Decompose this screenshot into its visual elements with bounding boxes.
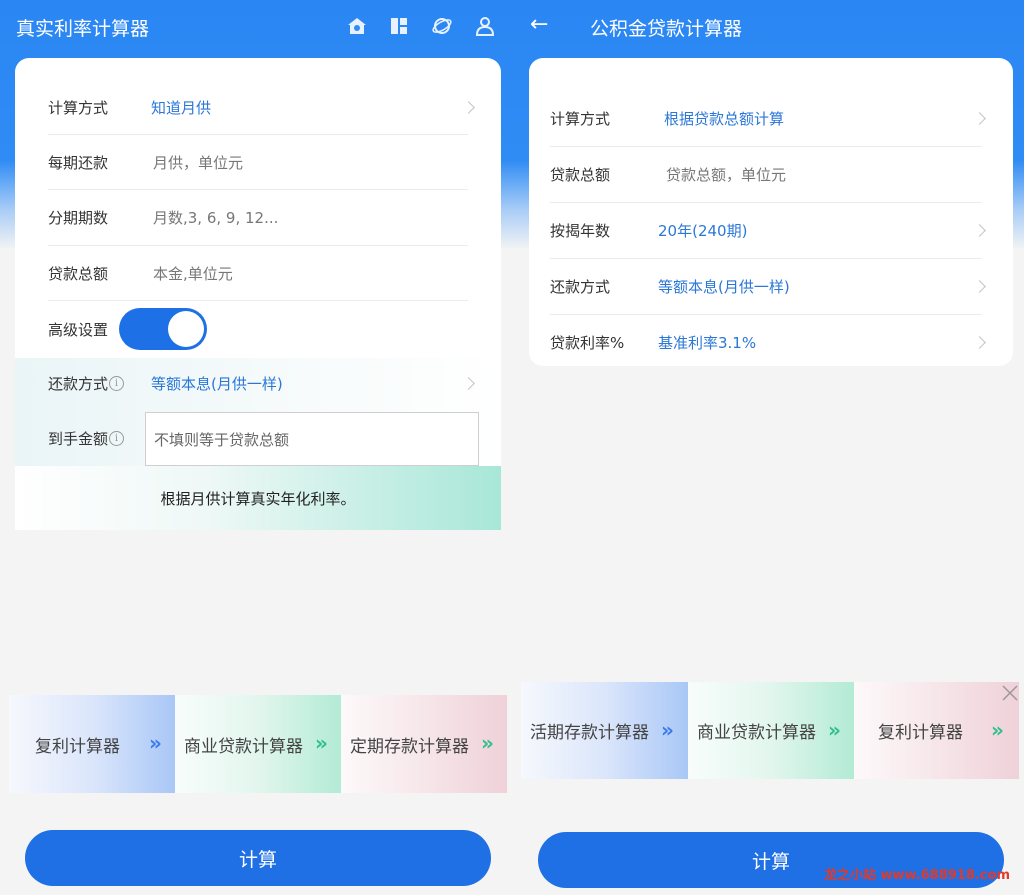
page-title: 公积金贷款计算器 <box>590 18 743 40</box>
tile-label: 复利计算器 <box>878 723 963 743</box>
tile-label: 定期存款计算器 <box>350 736 469 757</box>
commercial-loan-tile[interactable]: 商业贷款计算器 » <box>175 695 341 793</box>
real-rate-calculator-screen: 真实利率计算器 计算方式 知道月供 每期还款 月供，单位元 分期期数 月数,3,… <box>0 0 514 895</box>
chevron-right-icon <box>973 112 986 125</box>
double-chevron-icon: » <box>315 731 328 755</box>
tile-label: 活期存款计算器 <box>530 723 649 743</box>
repay-method-row[interactable]: 还款方式 i 等额本息(月供一样) <box>48 356 478 411</box>
calc-method-label: 计算方式 <box>48 99 109 117</box>
loan-total-input[interactable]: 贷款总额，单位元 <box>666 164 786 185</box>
info-icon[interactable]: i <box>109 376 125 391</box>
double-chevron-icon: » <box>661 718 674 742</box>
calculate-button[interactable]: 计算 <box>25 830 491 886</box>
commercial-loan-tile[interactable]: 商业贷款计算器 » <box>688 682 854 779</box>
demand-deposit-tile[interactable]: 活期存款计算器 » <box>521 682 688 779</box>
repay-method-row[interactable]: 还款方式 等额本息(月供一样) <box>550 259 990 314</box>
installments-label: 分期期数 <box>48 209 109 227</box>
loan-total-field[interactable]: 贷款总额 本金,单位元 <box>48 246 478 301</box>
home-icon[interactable] <box>346 15 368 37</box>
compound-interest-tile[interactable]: 复利计算器 » <box>9 695 175 793</box>
close-icon[interactable] <box>1000 683 1020 703</box>
page-title: 真实利率计算器 <box>16 18 150 40</box>
loan-total-field[interactable]: 贷款总额 贷款总额，单位元 <box>550 147 990 202</box>
tile-label: 复利计算器 <box>35 736 120 757</box>
calculator-shortcuts: 活期存款计算器 » 商业贷款计算器 » 复利计算器 » <box>521 682 1019 779</box>
loan-total-label: 贷款总额 <box>550 166 611 184</box>
advanced-settings-toggle[interactable] <box>119 308 207 350</box>
housing-fund-loan-calculator-screen: ← 公积金贷款计算器 计算方式 根据贷款总额计算 贷款总额 贷款总额，单位元 按… <box>514 0 1024 895</box>
grid-icon[interactable] <box>388 15 410 37</box>
calc-method-label: 计算方式 <box>550 110 611 128</box>
chevron-right-icon <box>462 377 475 390</box>
received-amount-row: 到手金额 i <box>48 411 148 466</box>
info-banner: 根据月供计算真实年化利率。 <box>15 466 501 530</box>
advanced-settings-label: 高级设置 <box>48 321 109 339</box>
watermark: 龙之小站 www.688918.com <box>823 868 1010 883</box>
repay-method-value: 等额本息(月供一样) <box>658 278 790 296</box>
mortgage-years-value: 20年(240期) <box>658 222 748 240</box>
user-icon[interactable] <box>474 15 496 37</box>
fixed-deposit-tile[interactable]: 定期存款计算器 » <box>341 695 507 793</box>
tile-label: 商业贷款计算器 <box>697 723 816 743</box>
monthly-payment-label: 每期还款 <box>48 154 109 172</box>
received-amount-label: 到手金额 <box>48 430 109 448</box>
repay-method-label: 还款方式 <box>48 375 109 393</box>
calc-method-value: 根据贷款总额计算 <box>664 110 785 128</box>
divider <box>48 300 468 301</box>
compound-interest-tile[interactable]: 复利计算器 » <box>854 682 1019 779</box>
toggle-knob <box>168 311 204 347</box>
monthly-payment-input[interactable]: 月供，单位元 <box>153 152 243 173</box>
calc-method-value: 知道月供 <box>151 99 212 117</box>
info-icon[interactable]: i <box>109 431 125 446</box>
chevron-right-icon <box>973 336 986 349</box>
chevron-right-icon <box>973 224 986 237</box>
interest-rate-label: 贷款利率% <box>550 334 625 352</box>
calc-method-row[interactable]: 计算方式 知道月供 <box>48 80 478 135</box>
chevron-right-icon <box>973 280 986 293</box>
repay-method-label: 还款方式 <box>550 278 611 296</box>
back-icon[interactable]: ← <box>530 12 548 37</box>
planet-icon[interactable] <box>431 15 453 37</box>
calc-method-row[interactable]: 计算方式 根据贷款总额计算 <box>550 91 990 146</box>
installments-input[interactable]: 月数,3, 6, 9, 12... <box>153 207 278 228</box>
tile-label: 商业贷款计算器 <box>184 736 303 757</box>
monthly-payment-field[interactable]: 每期还款 月供，单位元 <box>48 135 478 190</box>
received-amount-input[interactable]: 不填则等于贷款总额 <box>145 412 479 466</box>
double-chevron-icon: » <box>481 731 494 755</box>
repay-method-value: 等额本息(月供一样) <box>151 375 283 393</box>
double-chevron-icon: » <box>149 731 162 755</box>
chevron-right-icon <box>462 101 475 114</box>
double-chevron-icon: » <box>991 718 1004 742</box>
mortgage-years-row[interactable]: 按揭年数 20年(240期) <box>550 203 990 258</box>
interest-rate-row[interactable]: 贷款利率% 基准利率3.1% <box>550 315 990 370</box>
mortgage-years-label: 按揭年数 <box>550 222 611 240</box>
loan-total-label: 贷款总额 <box>48 265 109 283</box>
loan-total-input[interactable]: 本金,单位元 <box>153 263 233 284</box>
installments-field[interactable]: 分期期数 月数,3, 6, 9, 12... <box>48 190 478 245</box>
double-chevron-icon: » <box>828 718 841 742</box>
interest-rate-value: 基准利率3.1% <box>658 334 757 352</box>
calculator-shortcuts: 复利计算器 » 商业贷款计算器 » 定期存款计算器 » <box>9 695 507 793</box>
